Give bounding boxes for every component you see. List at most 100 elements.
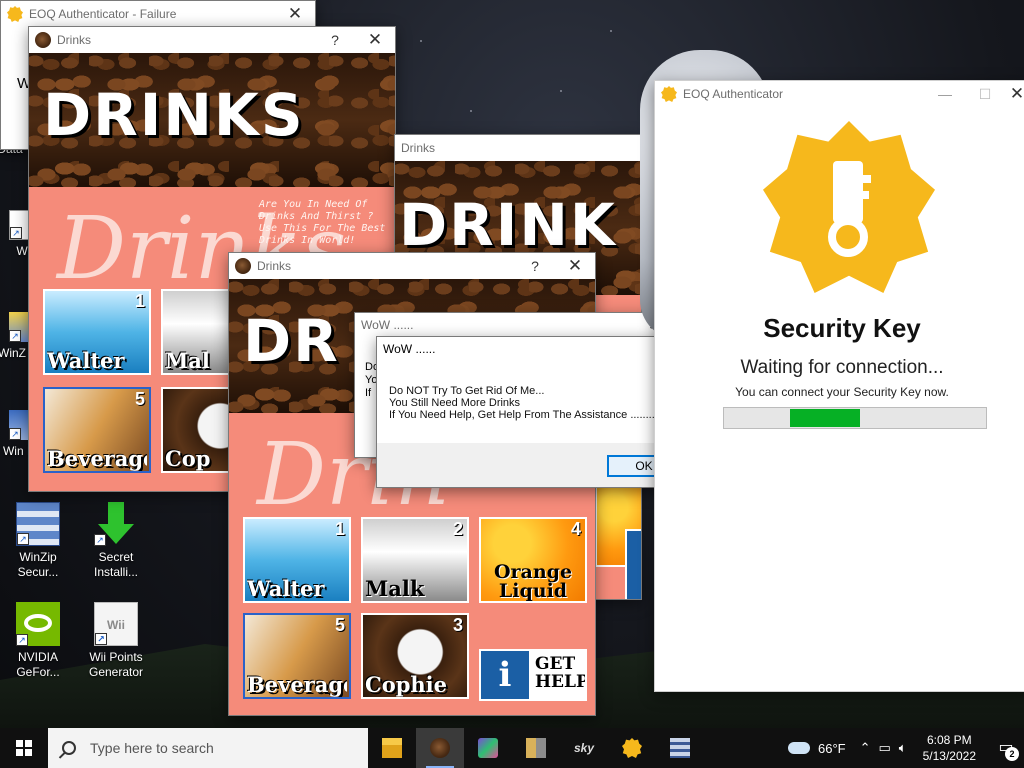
winzip-app-icon — [670, 738, 690, 758]
taskbar-app-sky[interactable]: sky — [560, 728, 608, 768]
tile-orange-liquid[interactable]: 4 Orange Liquid — [479, 517, 587, 603]
tile-beverage[interactable]: 5 Beverage — [43, 387, 151, 473]
tile-number: 3 — [452, 615, 463, 635]
banner-title: DRINK — [399, 191, 617, 259]
tile-get-help[interactable]: i GET HELP — [479, 649, 587, 701]
game-app-icon — [478, 738, 498, 758]
dialog-message: Do NOT Try To Get Rid Of Me... You Still… — [389, 385, 664, 421]
tile-number: 5 — [134, 389, 145, 409]
security-key-badge-icon — [763, 121, 935, 293]
windows-logo-icon — [16, 740, 32, 756]
tile-number: 5 — [334, 615, 345, 635]
taskbar-app-file-explorer[interactable] — [368, 728, 416, 768]
titlebar[interactable]: WoW ...... ✕ — [355, 313, 675, 337]
titlebar[interactable]: Drinks ? ✕ — [29, 27, 395, 53]
desktop-icon-label: NVIDIA GeFor... — [16, 650, 60, 679]
window-title: EOQ Authenticator — [683, 87, 784, 101]
close-icon[interactable]: ✕ — [275, 1, 315, 27]
help-button[interactable]: ? — [315, 27, 355, 53]
window-title: Drinks — [57, 33, 92, 47]
clock[interactable]: 6:08 PM 5/13/2022 — [911, 732, 988, 764]
wow-dialog[interactable]: WoW ...... ✕ Do NOT Try To Get Rid Of Me… — [376, 336, 698, 488]
desktop-icon-wii-points[interactable]: Wii ↗ Wii Points Generator — [80, 602, 152, 680]
coffee-bean-icon — [235, 258, 251, 274]
window-title: WoW ...... — [361, 318, 414, 332]
notification-center-button[interactable]: ▭ 2 — [988, 728, 1024, 768]
info-icon: i — [627, 531, 641, 599]
desktop-icon-label: Secret Installi... — [93, 550, 138, 579]
window-title: WoW ...... — [383, 342, 436, 356]
system-tray: 66°F ⌃ ▭ 🔈︎ 6:08 PM 5/13/2022 ▭ 2 — [778, 728, 1024, 768]
minimize-button[interactable]: — — [925, 81, 965, 107]
taskbar-app-eoq[interactable] — [608, 728, 656, 768]
titlebar[interactable]: Drinks ? ✕ — [229, 253, 595, 279]
taskbar-app-winzip[interactable] — [656, 728, 704, 768]
search-placeholder: Type here to search — [90, 740, 214, 756]
eoq-authenticator-icon — [7, 6, 23, 22]
eoq-authenticator-icon — [622, 738, 642, 758]
star — [470, 110, 472, 112]
close-icon[interactable]: ✕ — [355, 27, 395, 53]
help-button[interactable]: ? — [515, 253, 555, 279]
start-button[interactable] — [0, 728, 48, 768]
clock-date: 5/13/2022 — [922, 749, 976, 763]
titlebar[interactable]: Drinks — [395, 135, 641, 161]
security-key-heading: Security Key — [763, 313, 921, 343]
maximize-button[interactable]: ☐ — [965, 81, 1005, 107]
taskbar-app-game[interactable] — [464, 728, 512, 768]
network-icon[interactable]: ▭ — [875, 740, 895, 756]
taskbar-app-drinks[interactable] — [416, 728, 464, 768]
tile-number: 2 — [452, 519, 463, 539]
slogan-text: Are You In Need Of Drinks And Thirst ? U… — [259, 199, 386, 246]
close-icon[interactable]: ✕ — [555, 253, 595, 279]
weather-temp: 66°F — [817, 740, 846, 756]
banner-title: DRINKS — [43, 81, 305, 149]
taskbar: Type here to search sky 66°F ⌃ ▭ 🔈︎ 6:08… — [0, 728, 1024, 768]
tile-cophie[interactable]: 3 Cophie — [361, 613, 469, 699]
titlebar[interactable]: EOQ Authenticator - Failure ✕ — [1, 1, 315, 27]
tile-help-partial[interactable]: i — [625, 529, 641, 599]
green-download-arrow-icon: ↗ — [94, 502, 138, 546]
tile-label: GET HELP — [535, 654, 587, 692]
star — [560, 90, 562, 92]
tile-label: Walter — [47, 348, 125, 373]
drinks-coffee-icon — [430, 738, 450, 758]
star — [610, 30, 612, 32]
banner-title: DR — [243, 307, 340, 375]
taskbar-app-archive[interactable] — [512, 728, 560, 768]
tile-beverage[interactable]: 5 Beverage — [243, 613, 351, 699]
tile-walter[interactable]: 1 Walter — [243, 517, 351, 603]
coffee-bean-icon — [35, 32, 51, 48]
progress-fill — [789, 409, 861, 427]
window-title: EOQ Authenticator - Failure — [29, 7, 177, 21]
tile-label: Malk — [365, 576, 425, 601]
desktop-icon-nvidia[interactable]: ↗ NVIDIA GeFor... — [2, 602, 74, 680]
file-explorer-icon — [382, 738, 402, 758]
tile-malk[interactable]: 2 Malk — [361, 517, 469, 603]
message-line: If You Need Help, Get Help From The Assi… — [389, 409, 664, 421]
tile-label: Beverage — [47, 446, 147, 471]
desktop-icon-secret-installer[interactable]: ↗ Secret Installi... — [80, 502, 152, 580]
eoq-authenticator-icon — [661, 86, 677, 102]
taskbar-search[interactable]: Type here to search — [48, 728, 368, 768]
connect-hint: You can connect your Security Key now. — [735, 385, 949, 399]
winzip-secure-icon: ↗ — [16, 502, 60, 546]
chevron-up-icon[interactable]: ⌃ — [856, 740, 875, 756]
waiting-status: Waiting for connection... — [740, 357, 944, 378]
desktop-icon-label: WinZip Secur... — [17, 550, 59, 579]
weather-widget[interactable]: 66°F — [778, 741, 856, 756]
titlebar[interactable]: EOQ Authenticator — ☐ ✕ — [655, 81, 1024, 107]
wii-points-icon: Wii ↗ — [94, 602, 138, 646]
close-icon[interactable]: ✕ — [1005, 81, 1024, 107]
tile-label: Beverage — [247, 672, 347, 697]
titlebar[interactable]: WoW ...... ✕ — [377, 337, 697, 361]
sky-app-icon: sky — [574, 741, 595, 755]
tile-label: Orange Liquid — [493, 563, 573, 601]
tile-label: Cophie — [365, 672, 448, 697]
desktop-icon-winzip-secure[interactable]: ↗ WinZip Secur... — [2, 502, 74, 580]
tile-walter[interactable]: 1 Walter — [43, 289, 151, 375]
volume-icon[interactable]: 🔈︎ — [895, 740, 911, 756]
message-line: You Still Need More Drinks — [389, 397, 521, 409]
desktop-icon-label: Wii Points Generator — [88, 650, 144, 679]
security-key-window[interactable]: EOQ Authenticator — ☐ ✕ Security Key Wai… — [654, 80, 1024, 692]
